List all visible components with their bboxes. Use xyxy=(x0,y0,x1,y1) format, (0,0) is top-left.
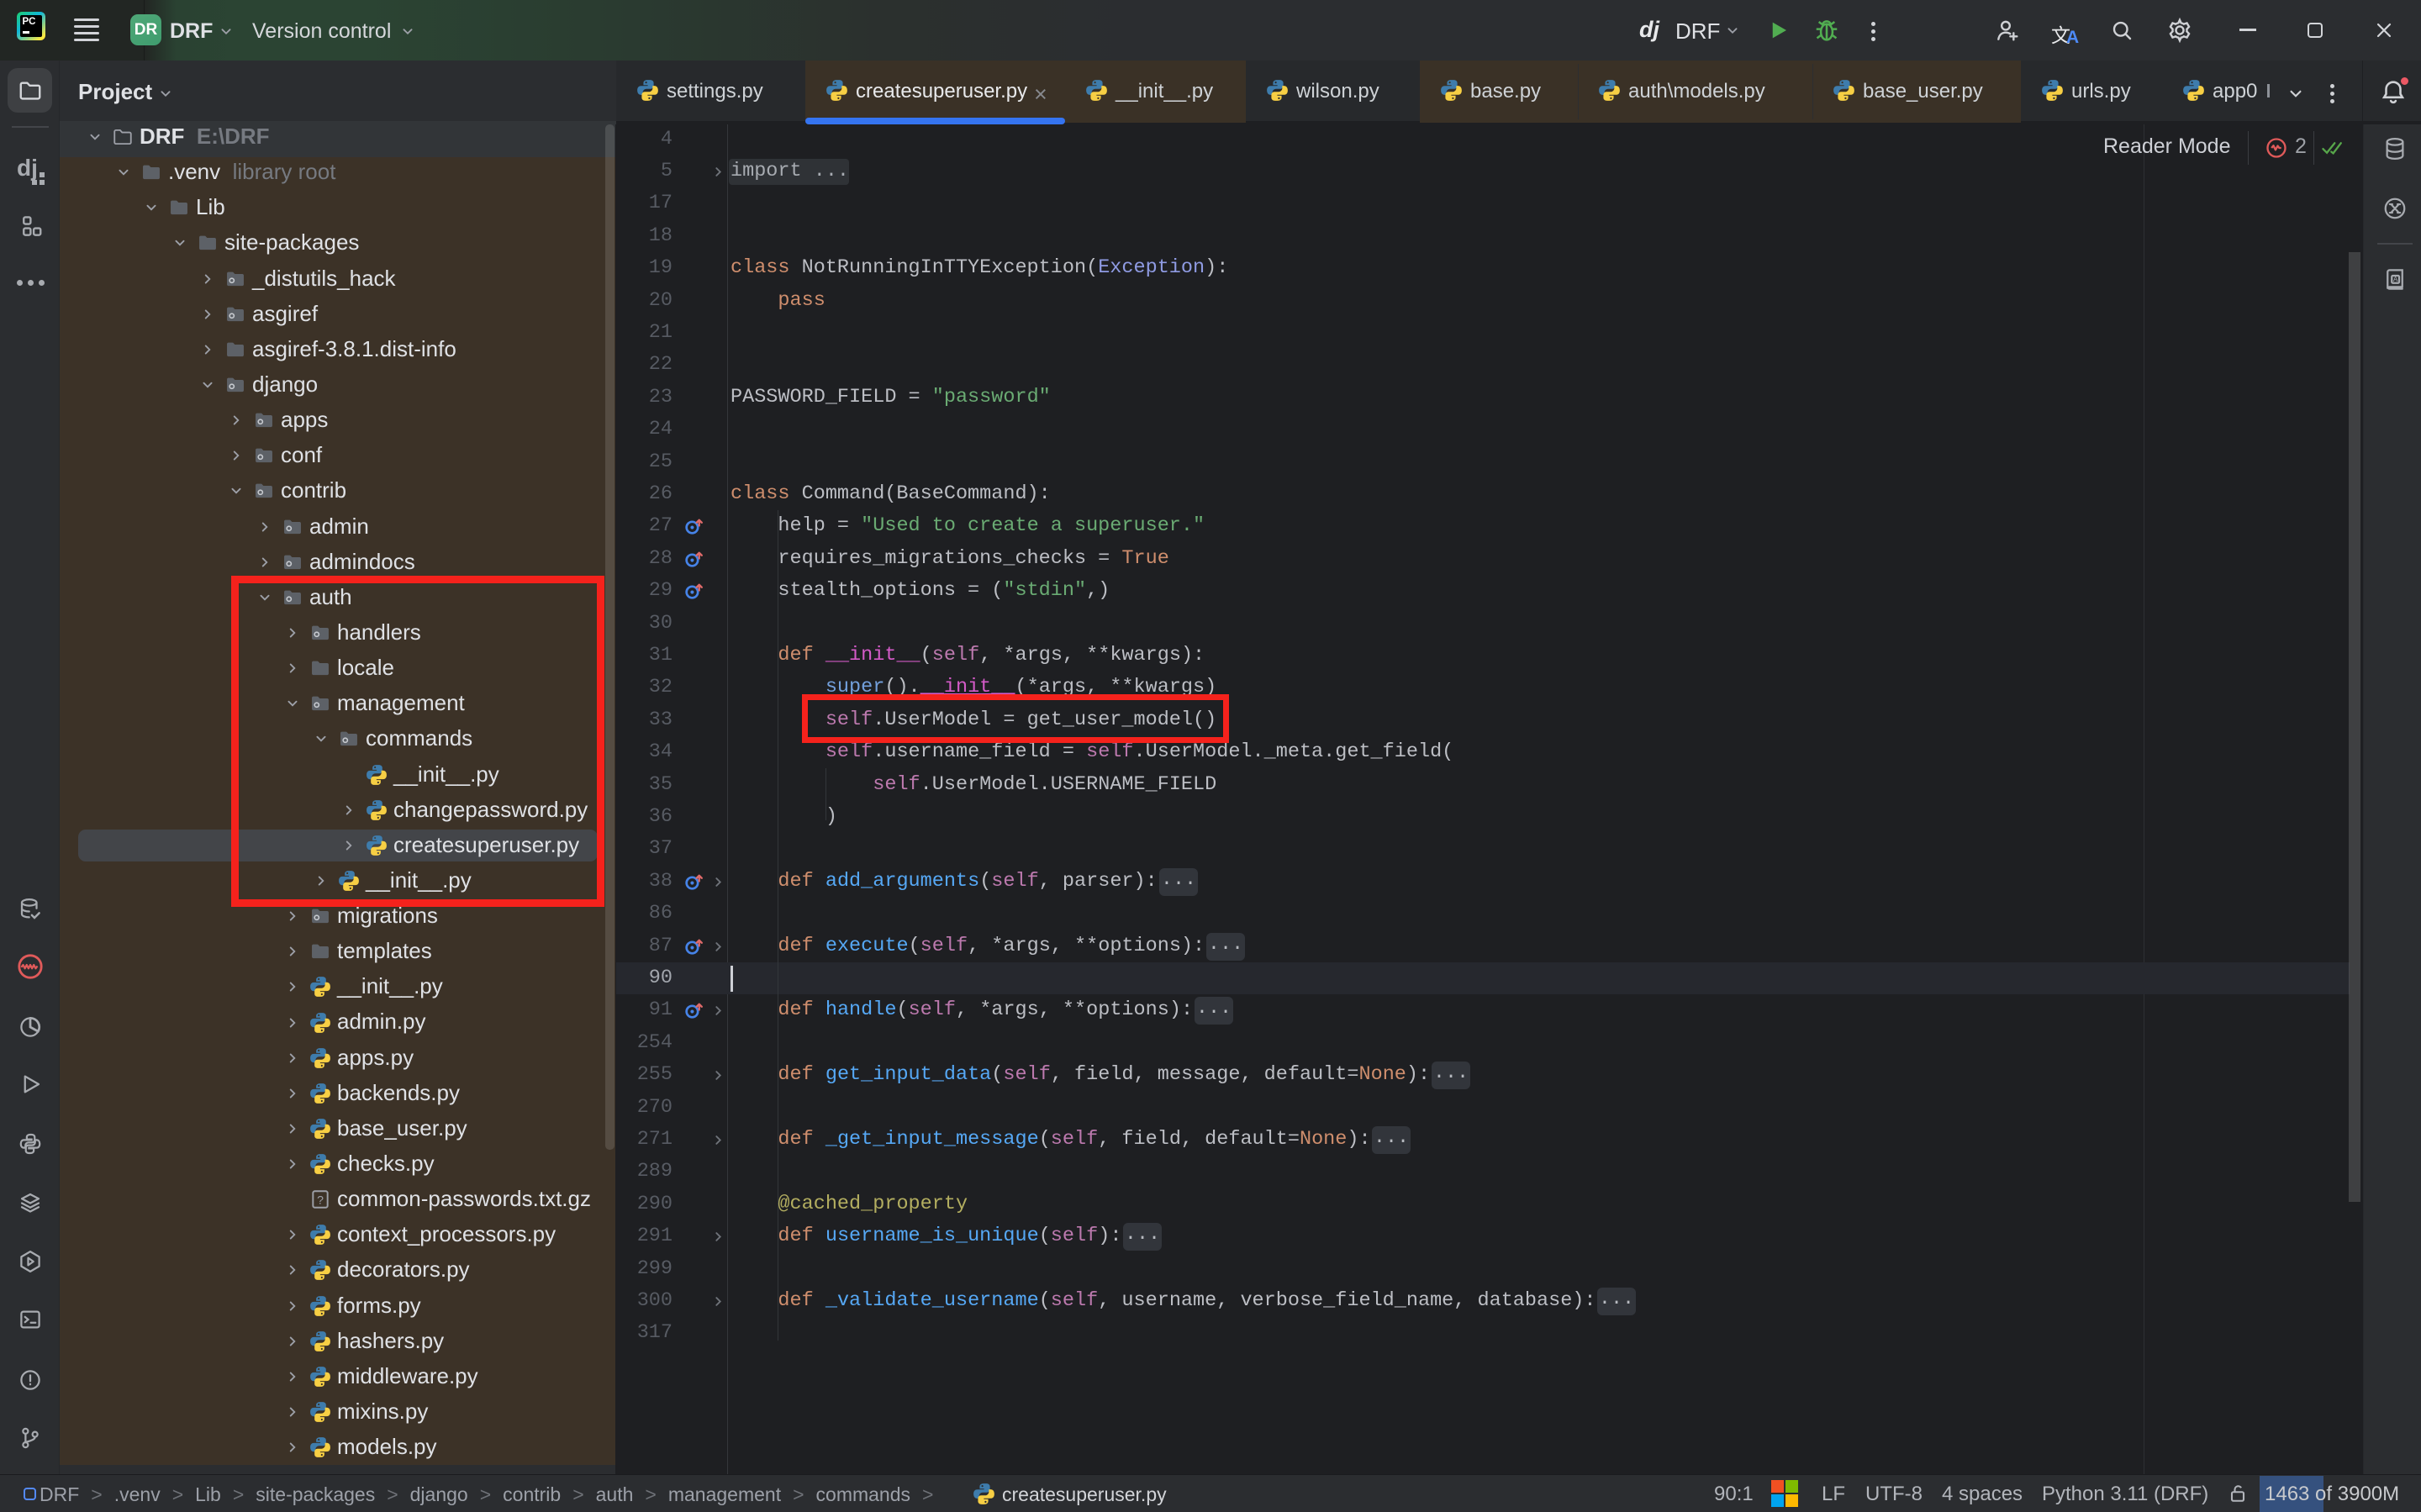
svg-text:A: A xyxy=(2393,276,2398,283)
